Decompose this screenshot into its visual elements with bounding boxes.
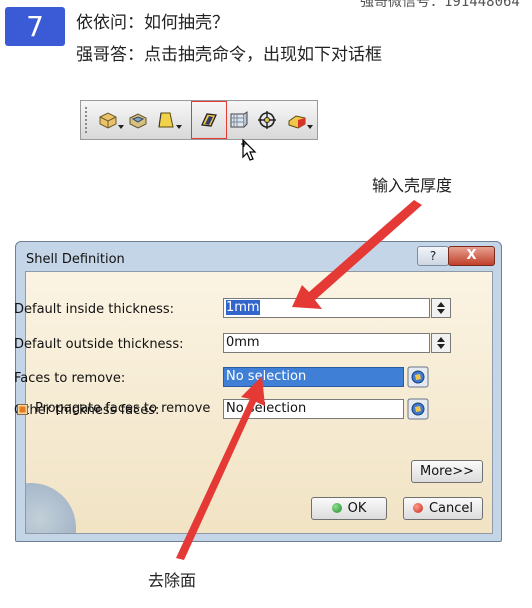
thickness-icon[interactable] — [227, 109, 249, 131]
close-button[interactable]: X — [448, 246, 495, 266]
thread-icon[interactable] — [256, 109, 278, 131]
shell-command-highlight — [191, 101, 227, 139]
draft-icon[interactable] — [155, 109, 182, 131]
pocket-icon[interactable] — [127, 109, 149, 131]
wechat-id-text: 强哥微信号：191448064 — [360, 0, 520, 10]
help-button[interactable]: ? — [417, 246, 449, 266]
default-inside-thickness-input[interactable]: 1mm — [223, 298, 430, 318]
outside-thickness-spinner[interactable] — [431, 333, 451, 353]
dialog-title: Shell Definition — [26, 252, 125, 267]
spinner-up-icon[interactable] — [437, 302, 445, 307]
remove-face-icon[interactable] — [286, 109, 313, 131]
ok-icon — [331, 503, 342, 513]
step-number-badge: 7 — [5, 7, 65, 46]
question-text: 依依问：如何抽壳？ — [76, 13, 229, 33]
mouse-cursor-icon — [241, 138, 257, 161]
cancel-button[interactable]: Cancel — [403, 497, 483, 520]
faces-to-remove-selector-icon[interactable] — [407, 366, 429, 388]
thickness-annotation: 输入壳厚度 — [372, 176, 453, 195]
answer-text: 强哥答：点击抽壳命令，出现如下对话框 — [76, 45, 382, 65]
part-design-toolbar — [80, 100, 318, 140]
propagate-checkbox[interactable] — [17, 404, 28, 415]
cancel-icon — [412, 503, 423, 513]
more-button[interactable]: More>> — [411, 460, 483, 483]
decorative-swirl — [26, 483, 76, 533]
ok-button[interactable]: OK — [311, 497, 387, 520]
spinner-down-icon[interactable] — [437, 309, 445, 314]
faces-to-remove-label: Faces to remove: — [14, 371, 126, 386]
other-faces-selector-icon[interactable] — [407, 398, 429, 420]
spinner-up-icon[interactable] — [437, 337, 445, 342]
default-inside-thickness-label: Default inside thickness: — [14, 302, 175, 317]
remove-face-annotation: 去除面 — [148, 571, 197, 590]
faces-to-remove-input[interactable]: No selection — [223, 367, 404, 387]
other-thickness-faces-input[interactable]: No selection — [223, 399, 404, 419]
propagate-faces-label: Propagate faces to remove — [35, 401, 211, 416]
inside-thickness-spinner[interactable] — [431, 298, 451, 318]
toolbar-grip[interactable] — [85, 107, 91, 133]
default-outside-thickness-input[interactable]: 0mm — [223, 333, 430, 353]
spinner-down-icon[interactable] — [437, 344, 445, 349]
pad-icon[interactable] — [97, 109, 124, 131]
default-outside-thickness-label: Default outside thickness: — [14, 337, 184, 352]
